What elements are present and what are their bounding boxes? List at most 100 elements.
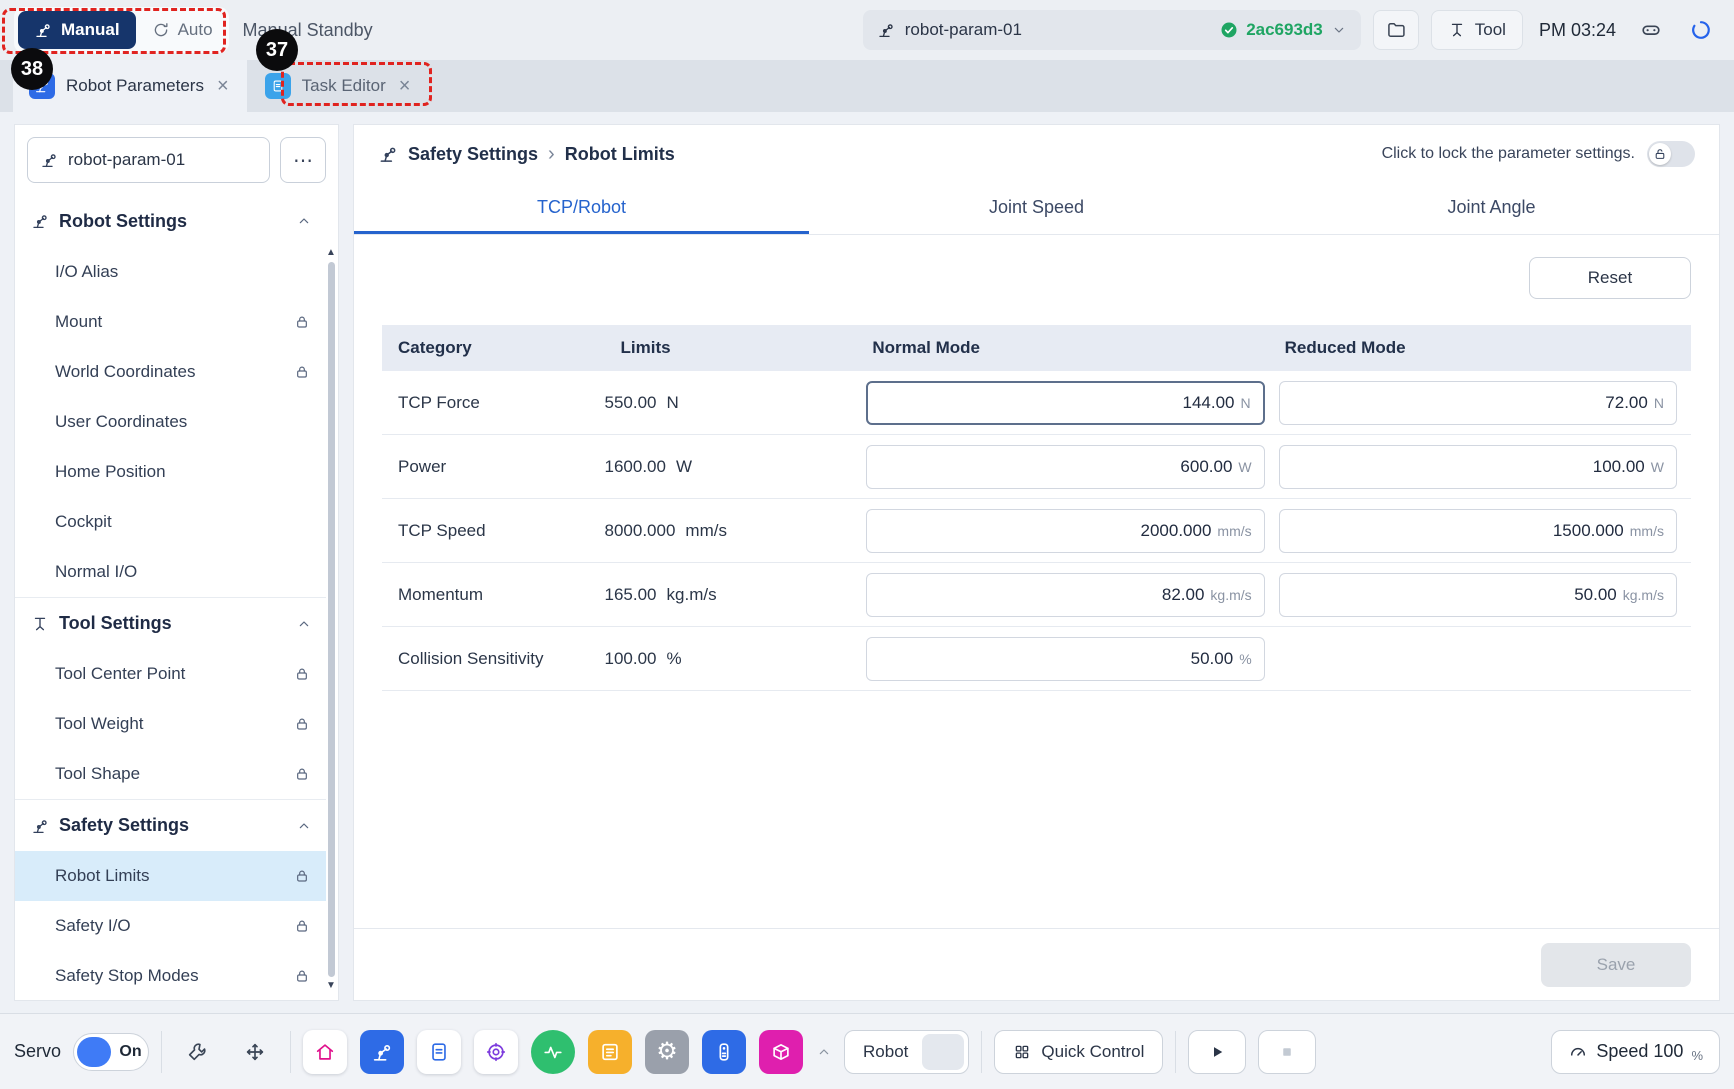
sidebar-item-tool-weight[interactable]: Tool Weight <box>15 699 326 749</box>
save-button[interactable]: Save <box>1541 943 1691 987</box>
sidebar-section-tool-settings[interactable]: Tool Settings <box>15 597 326 649</box>
tab-robot-parameters[interactable]: Robot Parameters × <box>13 60 247 112</box>
breadcrumb-section[interactable]: Safety Settings <box>408 144 538 165</box>
sidebar-item-mount[interactable]: Mount <box>15 297 326 347</box>
manual-mode-button[interactable]: Manual <box>18 11 136 49</box>
sidebar-scrollbar[interactable]: ▲ ▼ <box>326 247 336 992</box>
item-label: Tool Center Point <box>55 664 185 684</box>
task-editor-app-button[interactable] <box>417 1030 461 1074</box>
normal-mode-input-momentum[interactable]: 82.00 kg.m/s <box>866 573 1264 617</box>
wrench-icon <box>186 1041 208 1063</box>
active-parameter-chip[interactable]: robot-param-01 2ac693d3 <box>863 10 1361 50</box>
input-unit: % <box>1239 651 1251 667</box>
tab-joint-speed[interactable]: Joint Speed <box>809 183 1264 234</box>
robot-icon <box>31 212 49 230</box>
power-cycle-button[interactable] <box>1682 11 1720 49</box>
chevron-up-icon[interactable] <box>296 213 312 229</box>
save-footer: Save <box>354 928 1719 1000</box>
reduced-mode-input-power[interactable]: 100.00 W <box>1279 445 1677 489</box>
sidebar-item-world-coordinates[interactable]: World Coordinates <box>15 347 326 397</box>
lock-setting-group: Click to lock the parameter settings. <box>1382 141 1695 167</box>
close-tab-icon[interactable]: × <box>397 76 413 96</box>
auto-mode-button[interactable]: Auto <box>140 11 225 49</box>
reduced-mode-input-momentum[interactable]: 50.00 kg.m/s <box>1279 573 1677 617</box>
normal-mode-input-collision-sensitivity[interactable]: 50.00 % <box>866 637 1264 681</box>
top-bar: Manual Auto Manual Standby robot-param-0… <box>0 0 1734 60</box>
sidebar-item-user-coordinates[interactable]: User Coordinates <box>15 397 326 447</box>
scroll-down-icon[interactable]: ▼ <box>326 980 336 992</box>
folder-icon <box>1386 20 1406 40</box>
close-tab-icon[interactable]: × <box>215 76 231 96</box>
limit-value: 100.00 <box>605 649 657 669</box>
sidebar-item-io-alias[interactable]: I/O Alias <box>15 247 326 297</box>
input-unit: kg.m/s <box>1623 587 1664 603</box>
sidebar-item-safety-stop-modes[interactable]: Safety Stop Modes <box>15 951 326 1000</box>
sidebar-item-normal-io[interactable]: Normal I/O <box>15 547 326 597</box>
speed-control[interactable]: Speed 100 % <box>1551 1030 1720 1074</box>
pendant-button[interactable] <box>1632 11 1670 49</box>
quick-control-button[interactable]: Quick Control <box>994 1030 1163 1074</box>
sidebar-item-robot-limits[interactable]: Robot Limits <box>15 851 326 901</box>
play-button[interactable] <box>1188 1030 1246 1074</box>
list-icon <box>599 1041 621 1063</box>
monitoring-app-button[interactable] <box>531 1030 575 1074</box>
robot-params-app-button[interactable] <box>360 1030 404 1074</box>
robot-toggle-label: Robot <box>863 1042 908 1062</box>
tab-task-editor[interactable]: Task Editor × <box>249 60 429 112</box>
toggle-knob <box>1649 143 1671 165</box>
settings-app-button[interactable]: ⚙ <box>645 1030 689 1074</box>
parameter-lock-toggle[interactable] <box>1647 141 1695 167</box>
chevron-up-icon[interactable] <box>296 818 312 834</box>
robot-mode-toggle[interactable]: Robot <box>844 1030 969 1074</box>
limits-table: Category Limits Normal Mode Reduced Mode… <box>382 325 1691 691</box>
more-options-button[interactable]: ⋯ <box>280 137 326 183</box>
sidebar-section-robot-settings[interactable]: Robot Settings <box>15 195 326 247</box>
parameter-name-field[interactable]: robot-param-01 <box>27 137 270 183</box>
settings-wrench-button[interactable] <box>174 1029 220 1075</box>
table-header-row: Category Limits Normal Mode Reduced Mode <box>382 325 1691 371</box>
content-area: robot-param-01 ⋯ Robot Settings I/O Alia… <box>0 112 1734 1013</box>
log-app-button[interactable] <box>588 1030 632 1074</box>
calibration-app-button[interactable] <box>474 1030 518 1074</box>
reset-button[interactable]: Reset <box>1529 257 1691 299</box>
lock-icon <box>294 918 310 934</box>
chevron-up-icon[interactable] <box>296 616 312 632</box>
scroll-up-icon[interactable]: ▲ <box>326 247 336 259</box>
clock-text: PM 03:24 <box>1539 20 1616 41</box>
stop-button[interactable] <box>1258 1030 1316 1074</box>
tab-tcp-robot[interactable]: TCP/Robot <box>354 183 809 234</box>
reduced-mode-input-tcp-force[interactable]: 72.00 N <box>1279 381 1677 425</box>
input-unit: N <box>1241 395 1251 411</box>
sidebar-item-cockpit[interactable]: Cockpit <box>15 497 326 547</box>
sidebar-header: robot-param-01 ⋯ <box>15 125 338 195</box>
home-app-button[interactable] <box>303 1030 347 1074</box>
tab-joint-angle[interactable]: Joint Angle <box>1264 183 1719 234</box>
servo-toggle[interactable]: On <box>73 1033 149 1071</box>
chevron-down-icon[interactable] <box>1331 22 1347 38</box>
commit-group[interactable]: 2ac693d3 <box>1220 20 1347 40</box>
normal-mode-input-tcp-speed[interactable]: 2000.000 mm/s <box>866 509 1264 553</box>
input-unit: W <box>1238 459 1251 475</box>
package-app-button[interactable] <box>759 1030 803 1074</box>
normal-mode-input-tcp-force[interactable]: 144.00 N <box>866 381 1264 425</box>
jog-button[interactable] <box>232 1029 278 1075</box>
input-value: 100.00 <box>1593 457 1645 477</box>
dock-collapse-icon[interactable] <box>816 1044 832 1060</box>
open-file-button[interactable] <box>1373 10 1419 50</box>
normal-mode-input-power[interactable]: 600.00 W <box>866 445 1264 489</box>
reduced-mode-input-tcp-speed[interactable]: 1500.000 mm/s <box>1279 509 1677 553</box>
sidebar-item-tool-center-point[interactable]: Tool Center Point <box>15 649 326 699</box>
item-label: World Coordinates <box>55 362 195 382</box>
remote-app-button[interactable] <box>702 1030 746 1074</box>
tab-label: Robot Parameters <box>66 76 204 96</box>
mode-toggle-group: Manual Auto <box>14 7 229 53</box>
sidebar-section-safety-settings[interactable]: Safety Settings <box>15 799 326 851</box>
sidebar-item-safety-io[interactable]: Safety I/O <box>15 901 326 951</box>
table-row-tcp-speed: TCP Speed 8000.000 mm/s 2000.000 mm/s <box>382 499 1691 563</box>
tool-button[interactable]: Tool <box>1431 10 1523 50</box>
sidebar-item-tool-shape[interactable]: Tool Shape <box>15 749 326 799</box>
remote-icon <box>713 1041 735 1063</box>
sidebar-item-home-position[interactable]: Home Position <box>15 447 326 497</box>
table-row-collision-sensitivity: Collision Sensitivity 100.00 % 50.00 % <box>382 627 1691 691</box>
scrollbar-thumb[interactable] <box>328 262 335 977</box>
